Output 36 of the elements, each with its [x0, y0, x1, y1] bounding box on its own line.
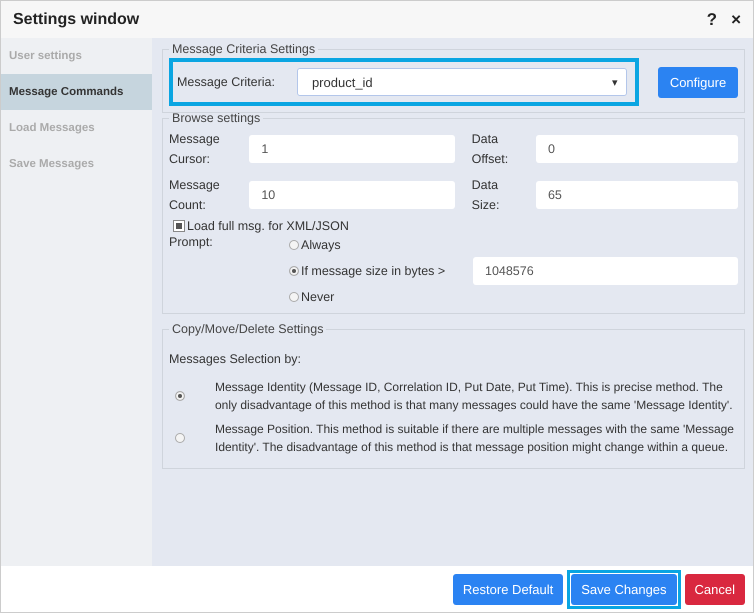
footer-button[interactable]: Restore Default	[452, 574, 564, 604]
section-label: Messages Selection by:	[169, 352, 302, 366]
option-description: Message Identity (Message ID, Correlation ID, Put Date, Put Time). This is precise method. The only disadvantage of this method is that many messages could have the same 'Message Identity'.	[215, 379, 734, 414]
radio-button[interactable]	[289, 240, 299, 250]
radio-label: Never	[300, 290, 336, 304]
option-description: Message Position. This method is suitable if there are multiple messages with the same 'Message Identity'. The disadvantage of this method is that message position might change within a queue.	[215, 421, 735, 456]
window-title: Settings window	[13, 10, 140, 28]
checkbox[interactable]	[173, 220, 185, 232]
group-legend: Browse settings	[169, 111, 264, 125]
group-legend: Copy/Move/Delete Settings	[169, 322, 326, 336]
radio-button[interactable]	[175, 433, 185, 443]
field-label: Data Size:	[472, 177, 500, 214]
field-label: Data Offset:	[472, 131, 510, 168]
radio-label: If message size in bytes >	[300, 264, 446, 278]
radio-button[interactable]	[289, 292, 299, 302]
input-field[interactable]: 65	[536, 181, 738, 209]
field-label: Prompt:	[169, 235, 214, 251]
field-label: Message Criteria:	[177, 75, 275, 89]
radio-button[interactable]	[289, 266, 299, 276]
input-field[interactable]: 1	[249, 135, 456, 163]
footer-button[interactable]: Save Changes	[571, 574, 677, 604]
field-label: Message Cursor:	[169, 131, 221, 168]
input-field[interactable]: 1048576	[473, 257, 738, 285]
criteria-dropdown[interactable]: product_id ▾	[296, 68, 627, 96]
configure-button[interactable]: Configure	[658, 66, 738, 98]
close-button[interactable]: ×	[731, 10, 741, 30]
footer-button[interactable]: Cancel	[684, 574, 745, 604]
input-field[interactable]: 10	[249, 181, 456, 209]
checkbox-label: Load full msg. for XML/JSON	[187, 219, 349, 233]
radio-label: Always	[300, 238, 342, 252]
group-legend: Message Criteria Settings	[169, 42, 318, 56]
radio-button[interactable]	[175, 391, 185, 401]
sidebar-item[interactable]: Message Commands	[1, 74, 152, 110]
help-button[interactable]: ?	[706, 10, 718, 30]
input-field[interactable]: 0	[536, 135, 738, 163]
field-label: Message Count:	[169, 177, 221, 214]
